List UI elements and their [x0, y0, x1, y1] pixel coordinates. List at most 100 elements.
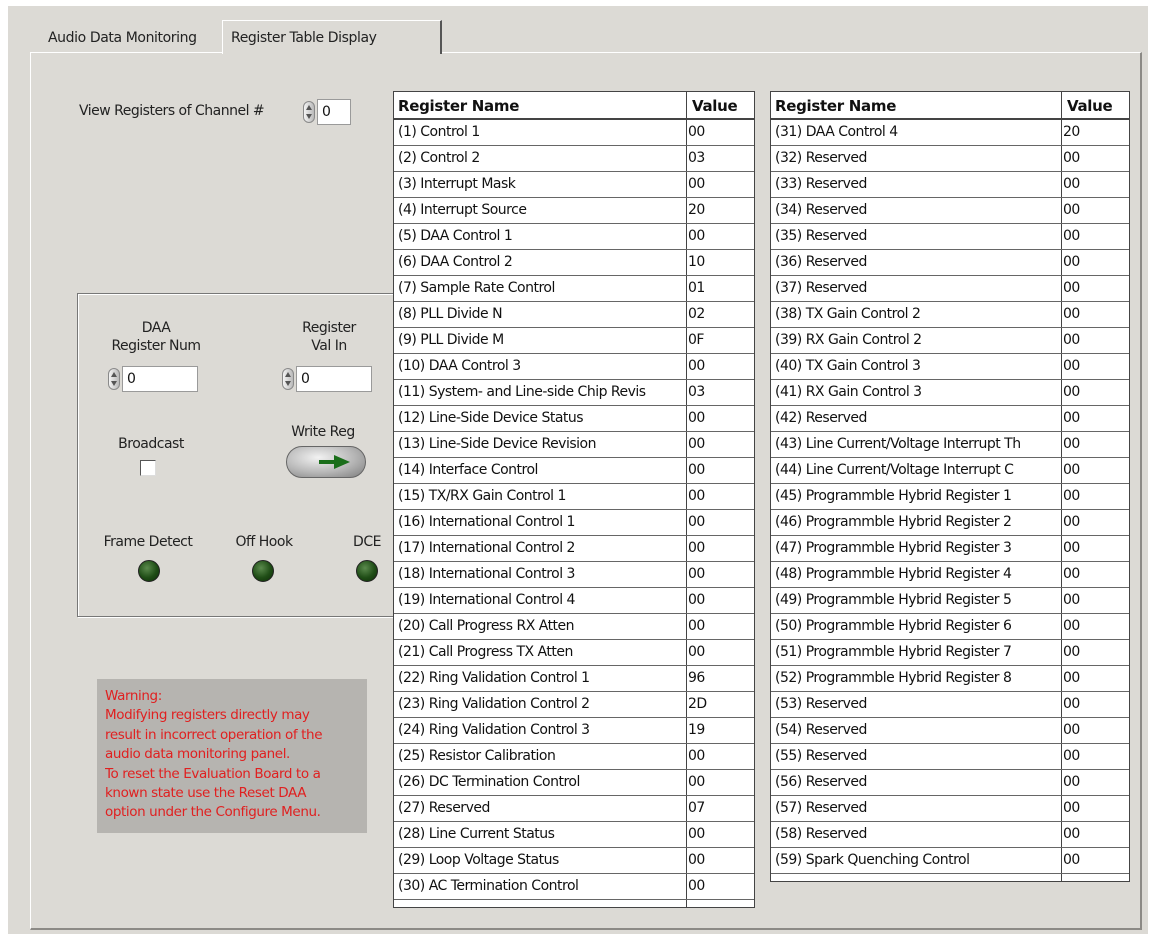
register-value-cell: 00	[1063, 176, 1080, 192]
table-row[interactable]: (21) Call Progress TX Atten 00	[394, 640, 754, 666]
register-name-cell: (13) Line-Side Device Revision	[398, 436, 596, 452]
table-row[interactable]: (44) Line Current/Voltage Interrupt C 00	[771, 458, 1129, 484]
table-row[interactable]: (13) Line-Side Device Revision 00	[394, 432, 754, 458]
table-row[interactable]: (53) Reserved 00	[771, 692, 1129, 718]
table-row[interactable]: (5) DAA Control 1 00	[394, 224, 754, 250]
register-value-cell: 01	[688, 280, 705, 296]
table-row[interactable]: (30) AC Termination Control 00	[394, 874, 754, 900]
table-row[interactable]: (24) Ring Validation Control 3 19	[394, 718, 754, 744]
table-row[interactable]: (17) International Control 2 00	[394, 536, 754, 562]
register-name-cell: (47) Programmble Hybrid Register 3	[775, 540, 1012, 556]
arrow-right-icon	[319, 460, 335, 464]
table-row[interactable]: (37) Reserved 00	[771, 276, 1129, 302]
table-row[interactable]: (32) Reserved 00	[771, 146, 1129, 172]
table-row[interactable]: (19) International Control 4 00	[394, 588, 754, 614]
table-row[interactable]: (15) TX/RX Gain Control 1 00	[394, 484, 754, 510]
table-row[interactable]: (7) Sample Rate Control 01	[394, 276, 754, 302]
register-val-in-input[interactable]: 0	[296, 366, 372, 392]
register-val-in-spinner[interactable]	[282, 368, 294, 390]
table-row[interactable]: (26) DC Termination Control 00	[394, 770, 754, 796]
table-row[interactable]: (59) Spark Quenching Control 00	[771, 848, 1129, 874]
register-value-cell: 02	[688, 306, 705, 322]
broadcast-label: Broadcast	[118, 436, 184, 452]
table-row[interactable]: (25) Resistor Calibration 00	[394, 744, 754, 770]
table-row[interactable]: (42) Reserved 00	[771, 406, 1129, 432]
table-row[interactable]: (51) Programmble Hybrid Register 7 00	[771, 640, 1129, 666]
table-row[interactable]: (10) DAA Control 3 00	[394, 354, 754, 380]
register-name-cell: (2) Control 2	[398, 150, 480, 166]
table-row[interactable]: (22) Ring Validation Control 1 96	[394, 666, 754, 692]
register-name-cell: (23) Ring Validation Control 2	[398, 696, 590, 712]
channel-input[interactable]: 0	[317, 99, 351, 125]
register-name-cell: (35) Reserved	[775, 228, 867, 244]
table-row[interactable]: (55) Reserved 00	[771, 744, 1129, 770]
table-row[interactable]: (48) Programmble Hybrid Register 4 00	[771, 562, 1129, 588]
table-row[interactable]: (52) Programmble Hybrid Register 8 00	[771, 666, 1129, 692]
write-reg-button[interactable]	[286, 446, 366, 478]
register-name-cell: (52) Programmble Hybrid Register 8	[775, 670, 1012, 686]
register-value-cell: 00	[1063, 566, 1080, 582]
table-row[interactable]: (20) Call Progress RX Atten 00	[394, 614, 754, 640]
table-row[interactable]: (12) Line-Side Device Status 00	[394, 406, 754, 432]
register-name-cell: (55) Reserved	[775, 748, 867, 764]
table-row[interactable]: (35) Reserved 00	[771, 224, 1129, 250]
table-row[interactable]: (33) Reserved 00	[771, 172, 1129, 198]
table-row[interactable]: (1) Control 1 00	[394, 120, 754, 146]
register-name-cell: (14) Interface Control	[398, 462, 538, 478]
register-value-cell: 00	[1063, 540, 1080, 556]
register-name-cell: (18) International Control 3	[398, 566, 575, 582]
daa-register-num-spinner[interactable]	[108, 368, 120, 390]
table-row[interactable]: (6) DAA Control 2 10	[394, 250, 754, 276]
register-value-cell: 00	[688, 592, 705, 608]
table-row[interactable]: (36) Reserved 00	[771, 250, 1129, 276]
table-row[interactable]: (23) Ring Validation Control 2 2D	[394, 692, 754, 718]
tab-register-table-display[interactable]: Register Table Display	[222, 20, 442, 54]
register-name-cell: (31) DAA Control 4	[775, 124, 898, 140]
table-row[interactable]: (4) Interrupt Source 20	[394, 198, 754, 224]
register-name-cell: (41) RX Gain Control 3	[775, 384, 922, 400]
register-value-cell: 00	[688, 176, 705, 192]
table-row[interactable]: (58) Reserved 00	[771, 822, 1129, 848]
table-row[interactable]: (14) Interface Control 00	[394, 458, 754, 484]
table-row[interactable]: (41) RX Gain Control 3 00	[771, 380, 1129, 406]
table-row[interactable]: (43) Line Current/Voltage Interrupt Th 00	[771, 432, 1129, 458]
table-row[interactable]: (54) Reserved 00	[771, 718, 1129, 744]
register-name-cell: (30) AC Termination Control	[398, 878, 579, 894]
table-row[interactable]: (2) Control 2 03	[394, 146, 754, 172]
table-row[interactable]: (46) Programmble Hybrid Register 2 00	[771, 510, 1129, 536]
table-row[interactable]: (47) Programmble Hybrid Register 3 00	[771, 536, 1129, 562]
table-row[interactable]: (18) International Control 3 00	[394, 562, 754, 588]
register-value-cell: 07	[688, 800, 705, 816]
channel-spinner[interactable]	[303, 101, 315, 123]
register-name-cell: (28) Line Current Status	[398, 826, 555, 842]
table-row[interactable]: (28) Line Current Status 00	[394, 822, 754, 848]
table-row[interactable]: (16) International Control 1 00	[394, 510, 754, 536]
register-val-in-label-line2: Val In	[311, 338, 347, 354]
table-row[interactable]: (31) DAA Control 4 20	[771, 120, 1129, 146]
table-row[interactable]: (9) PLL Divide M 0F	[394, 328, 754, 354]
tab-audio-data-monitoring[interactable]: Audio Data Monitoring	[40, 24, 222, 52]
table-row[interactable]: (56) Reserved 00	[771, 770, 1129, 796]
table-row[interactable]: (3) Interrupt Mask 00	[394, 172, 754, 198]
table-row[interactable]: (50) Programmble Hybrid Register 6 00	[771, 614, 1129, 640]
daa-register-num-label-line2: Register Num	[111, 338, 201, 354]
table-row[interactable]: (11) System- and Line-side Chip Revis 03	[394, 380, 754, 406]
register-value-cell: 00	[688, 826, 705, 842]
daa-register-num-input[interactable]: 0	[122, 366, 198, 392]
table-row[interactable]: (34) Reserved 00	[771, 198, 1129, 224]
table-row[interactable]: (27) Reserved 07	[394, 796, 754, 822]
register-value-cell: 00	[1063, 592, 1080, 608]
table-row[interactable]: (45) Programmble Hybrid Register 1 00	[771, 484, 1129, 510]
off-hook-led	[252, 560, 274, 582]
table-row[interactable]: (40) TX Gain Control 3 00	[771, 354, 1129, 380]
table-row[interactable]: (49) Programmble Hybrid Register 5 00	[771, 588, 1129, 614]
register-name-cell: (12) Line-Side Device Status	[398, 410, 584, 426]
table-row[interactable]: (8) PLL Divide N 02	[394, 302, 754, 328]
table-row[interactable]: (57) Reserved 00	[771, 796, 1129, 822]
table-row[interactable]: (29) Loop Voltage Status 00	[394, 848, 754, 874]
table-row[interactable]: (38) TX Gain Control 2 00	[771, 302, 1129, 328]
table-row[interactable]: (39) RX Gain Control 2 00	[771, 328, 1129, 354]
register-value-cell: 00	[1063, 670, 1080, 686]
column-header-register-name: Register Name	[775, 97, 897, 115]
broadcast-checkbox[interactable]	[140, 460, 156, 476]
